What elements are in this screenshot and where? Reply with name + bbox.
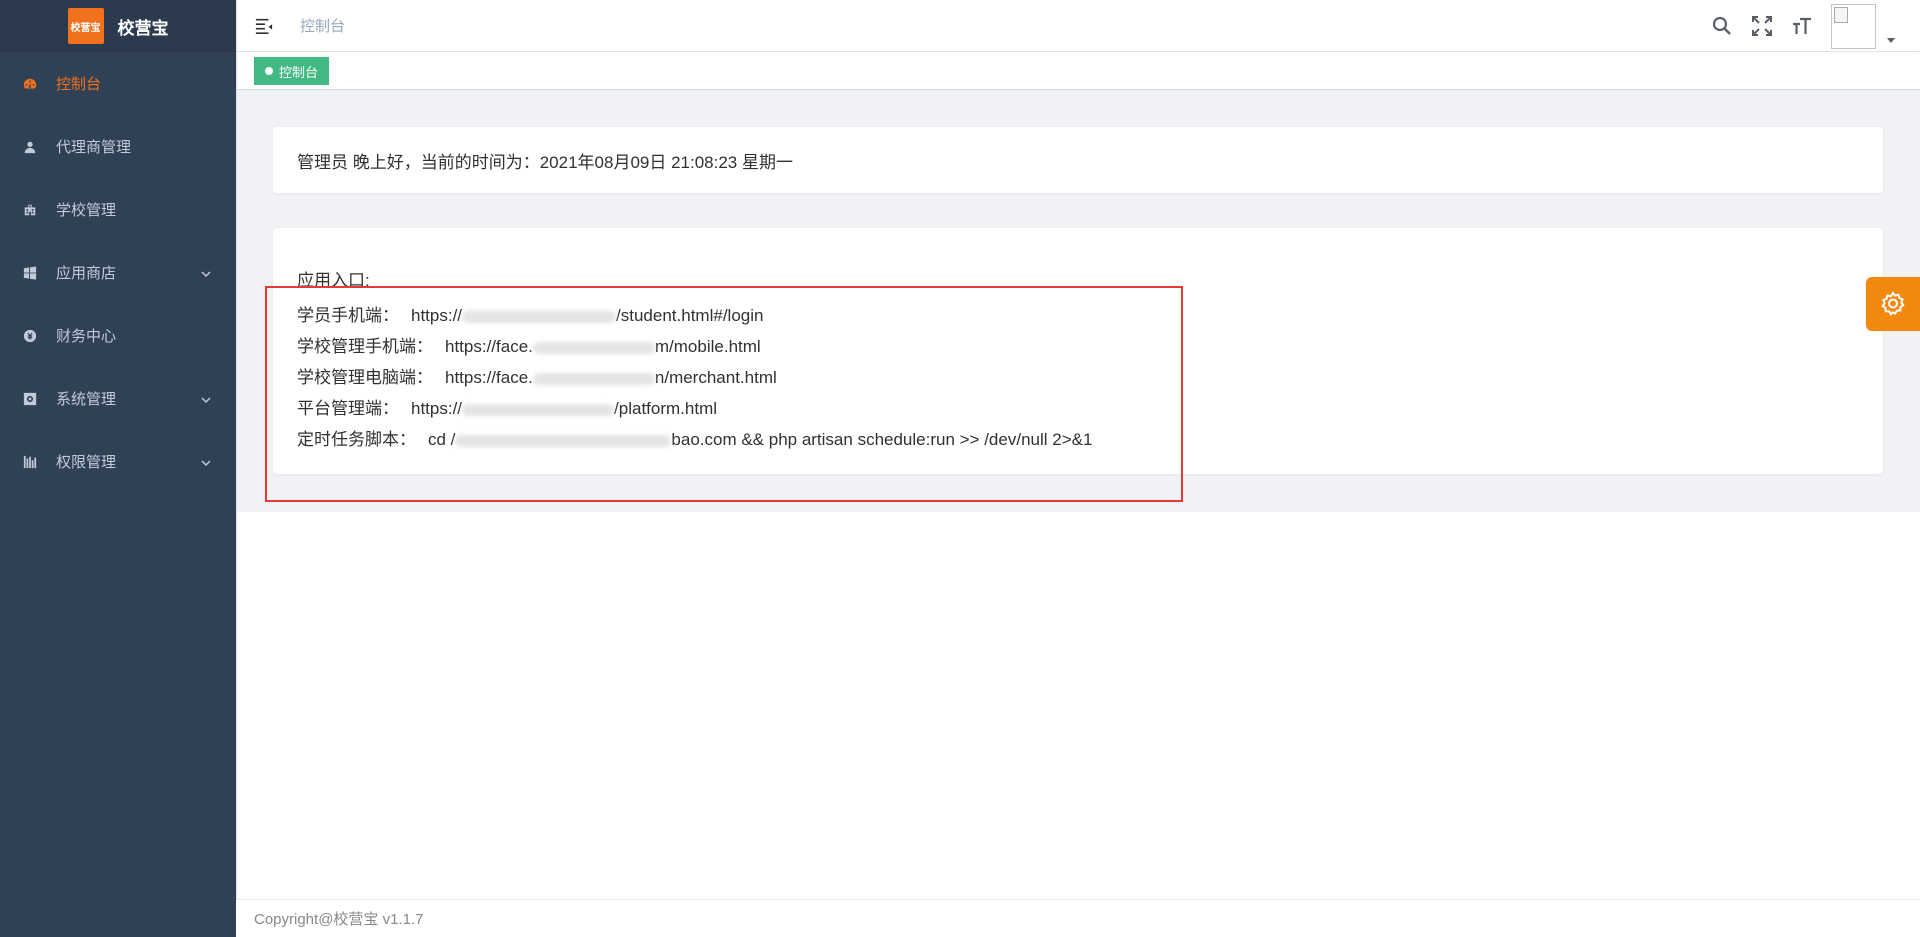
entry-url-suffix[interactable]: /student.html#/login [616,306,763,325]
money-icon [22,328,38,344]
breadcrumb[interactable]: 控制台 [300,15,345,36]
search-icon[interactable] [1711,15,1733,37]
brand-title: 校营宝 [117,18,169,38]
windows-icon [22,265,38,281]
entry-label: 学校管理手机端： [297,337,433,356]
entry-label: 平台管理端： [297,399,399,418]
redacted-text [532,341,655,354]
brand-logo: 校营宝 [67,8,104,44]
chart-icon [22,454,38,470]
sidebar-item-permissions[interactable]: 权限管理 [0,430,236,493]
entry-url-prefix: https://face. [445,337,533,356]
settings-button[interactable] [1866,277,1920,331]
sidebar-item-finance[interactable]: 财务中心 [0,304,236,367]
entry-line-platform: 平台管理端： https:// /platform.html [297,397,717,421]
chevron-down-icon [200,456,212,468]
sidebar-item-dashboard[interactable]: 控制台 [0,52,236,115]
tag-label: 控制台 [279,64,319,80]
entry-label: 学校管理电脑端： [297,368,433,387]
sidebar-item-label: 财务中心 [56,328,117,345]
divider [236,0,237,937]
redacted-text [462,403,615,416]
entry-url-suffix[interactable]: /platform.html [614,399,717,418]
sidebar-item-app-store[interactable]: 应用商店 [0,241,236,304]
greeting-text: 管理员 晚上好，当前的时间为：2021年08月09日 21:08:23 星期一 [297,152,793,172]
entry-cmd-suffix: bao.com && php artisan schedule:run >> /… [671,430,1093,449]
entry-url-prefix: https://face. [445,368,533,387]
copyright-text: Copyright@校营宝 v1.1.7 [254,911,424,928]
hamburger-icon[interactable] [254,16,274,36]
entry-card: 应用入口: 学员手机端： https:// /student.html#/login… [273,228,1883,474]
caret-down-icon [1887,38,1895,43]
sidebar-item-schools[interactable]: 学校管理 [0,178,236,241]
sidebar-item-label: 应用商店 [56,265,117,282]
entry-line-student: 学员手机端： https:// /student.html#/login [297,304,763,328]
sidebar-item-label: 权限管理 [56,454,117,471]
avatar[interactable] [1831,4,1876,49]
system-icon [22,391,38,407]
footer: Copyright@校营宝 v1.1.7 [236,899,1920,937]
entry-url-prefix: https:// [411,306,463,325]
dashboard-icon [22,76,38,92]
sidebar-item-agents[interactable]: 代理商管理 [0,115,236,178]
fullscreen-icon[interactable] [1751,15,1773,37]
user-menu[interactable] [1831,3,1896,49]
sidebar-item-label: 学校管理 [56,202,117,219]
school-icon [22,202,38,218]
font-size-icon[interactable] [1791,15,1813,37]
brand[interactable]: 校营宝 校营宝 [0,0,236,52]
redacted-text [455,434,672,447]
navbar: 控制台 [236,0,1920,52]
main-content: 管理员 晚上好，当前的时间为：2021年08月09日 21:08:23 星期一 … [236,90,1920,512]
entry-url-suffix[interactable]: n/merchant.html [655,368,777,387]
user-icon [22,139,38,155]
active-dot-icon [265,67,273,75]
sidebar: 校营宝 校营宝 控制台 代理商管理 学校管理 应用商店 财务中心 系统管理 权限… [0,0,236,937]
chevron-down-icon [200,393,212,405]
entry-line-cron: 定时任务脚本： cd / bao.com && php artisan schedu… [297,428,1092,452]
entry-title: 应用入口: [297,271,370,290]
entry-line-school-pc: 学校管理电脑端： https://face. n/merchant.html [297,366,777,390]
entry-url-prefix: https:// [411,399,463,418]
entry-label: 定时任务脚本： [297,430,416,449]
sidebar-item-label: 系统管理 [56,391,117,408]
gear-icon [1881,291,1905,316]
entry-url-suffix[interactable]: m/mobile.html [655,337,761,356]
sidebar-item-system[interactable]: 系统管理 [0,367,236,430]
greeting-card: 管理员 晚上好，当前的时间为：2021年08月09日 21:08:23 星期一 [273,127,1883,193]
redacted-text [462,310,617,323]
sidebar-item-label: 代理商管理 [56,139,132,156]
sidebar-menu: 控制台 代理商管理 学校管理 应用商店 财务中心 系统管理 权限管理 [0,52,236,493]
sidebar-item-label: 控制台 [56,76,102,93]
tag-dashboard[interactable]: 控制台 [254,57,330,85]
redacted-text [532,372,655,385]
tags-view: 控制台 [236,52,1920,90]
entry-line-school-mobile: 学校管理手机端： https://face. m/mobile.html [297,335,761,359]
header-tools [1711,0,1896,52]
entry-label: 学员手机端： [297,306,399,325]
chevron-down-icon [200,267,212,279]
entry-cmd-prefix: cd / [428,430,456,449]
